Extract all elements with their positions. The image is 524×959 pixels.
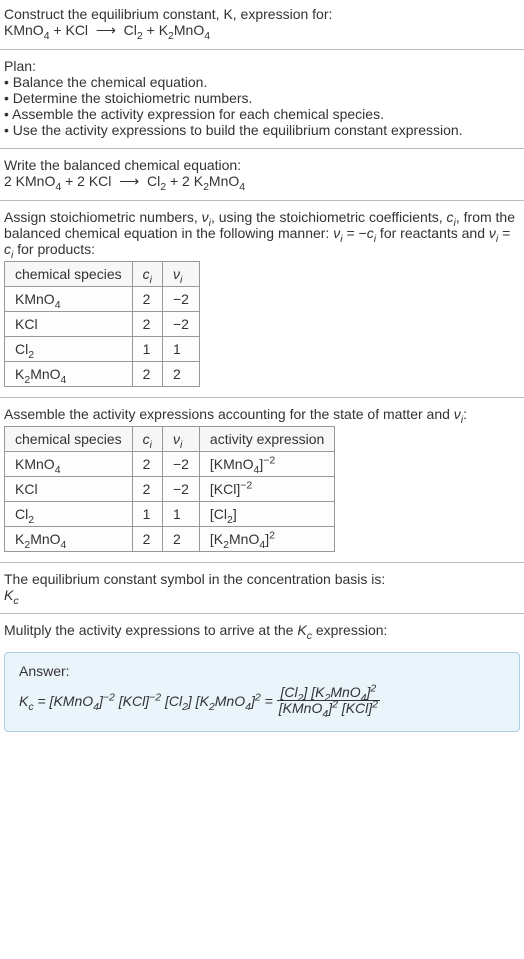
intro-equation: KMnO4 + KCl ⟶ Cl2 + K2MnO4 [4, 22, 520, 39]
stoich-text: Assign stoichiometric numbers, νi, using… [4, 209, 520, 257]
balanced-equation: 2 KMnO4 + 2 KCl ⟶ Cl2 + 2 K2MnO4 [4, 173, 520, 190]
fraction-denominator: [KMnO4]2 [KCl]2 [277, 701, 380, 716]
answer-label: Answer: [19, 663, 505, 679]
table-row: Cl211 [5, 337, 200, 362]
col-nui: νi [162, 262, 199, 287]
answer-box: Answer: Kc = [KMnO4]−2 [KCl]−2 [Cl2] [K2… [4, 652, 520, 732]
divider [0, 148, 524, 149]
kc-flat: Kc = [KMnO4]−2 [KCl]−2 [Cl2] [K2MnO4]2 = [19, 693, 273, 709]
plan-item: • Balance the chemical equation. [4, 74, 520, 90]
table-header-row: chemical species ci νi activity expressi… [5, 427, 335, 452]
plan-item: • Assemble the activity expression for e… [4, 106, 520, 122]
stoich-section: Assign stoichiometric numbers, νi, using… [0, 203, 524, 395]
col-species: chemical species [5, 427, 133, 452]
plan-header: Plan: [4, 58, 520, 74]
activity-text: Assemble the activity expressions accoun… [4, 406, 520, 422]
kc-fraction: [Cl2] [K2MnO4]2 [KMnO4]2 [KCl]2 [277, 685, 380, 717]
balanced-line1: Write the balanced chemical equation: [4, 157, 520, 173]
stoich-table: chemical species ci νi KMnO42−2 KCl2−2 C… [4, 261, 200, 387]
table-row: K2MnO422[K2MnO4]2 [5, 527, 335, 552]
activity-section: Assemble the activity expressions accoun… [0, 400, 524, 560]
table-row: KMnO42−2 [5, 287, 200, 312]
col-nui: νi [162, 427, 199, 452]
table-row: KMnO42−2[KMnO4]−2 [5, 452, 335, 477]
col-ci: ci [132, 427, 162, 452]
fraction-numerator: [Cl2] [K2MnO4]2 [279, 685, 379, 700]
col-ci: ci [132, 262, 162, 287]
table-row: Cl211[Cl2] [5, 502, 335, 527]
divider [0, 397, 524, 398]
divider [0, 49, 524, 50]
divider [0, 200, 524, 201]
answer-expression: Kc = [KMnO4]−2 [KCl]−2 [Cl2] [K2MnO4]2 =… [19, 685, 505, 717]
col-activity: activity expression [199, 427, 334, 452]
divider [0, 613, 524, 614]
plan-section: Plan: • Balance the chemical equation. •… [0, 52, 524, 146]
table-row: K2MnO422 [5, 362, 200, 387]
activity-table: chemical species ci νi activity expressi… [4, 426, 335, 552]
plan-item: • Use the activity expressions to build … [4, 122, 520, 138]
table-row: KCl2−2 [5, 312, 200, 337]
plan-item: • Determine the stoichiometric numbers. [4, 90, 520, 106]
divider [0, 562, 524, 563]
symbol-section: The equilibrium constant symbol in the c… [0, 565, 524, 611]
multiply-section: Mulitply the activity expressions to arr… [0, 616, 524, 646]
table-row: KCl2−2[KCl]−2 [5, 477, 335, 502]
symbol-kc: Kc [4, 587, 520, 603]
table-header-row: chemical species ci νi [5, 262, 200, 287]
col-species: chemical species [5, 262, 133, 287]
balanced-section: Write the balanced chemical equation: 2 … [0, 151, 524, 198]
intro-section: Construct the equilibrium constant, K, e… [0, 0, 524, 47]
multiply-text: Mulitply the activity expressions to arr… [4, 622, 520, 638]
symbol-line1: The equilibrium constant symbol in the c… [4, 571, 520, 587]
intro-line1: Construct the equilibrium constant, K, e… [4, 6, 520, 22]
